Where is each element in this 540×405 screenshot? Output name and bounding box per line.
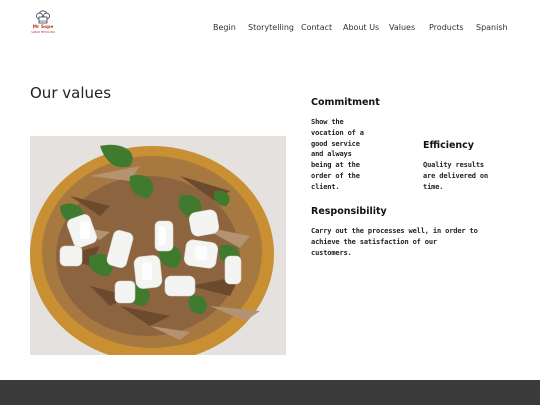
food-image xyxy=(30,136,286,355)
nav-about-us[interactable]: About Us xyxy=(343,23,379,33)
brand-logo[interactable]: Mr Sope SABOR MEXICANO xyxy=(30,10,56,38)
responsibility-text: Carry out the processes well, in order t… xyxy=(311,227,478,257)
commitment-title: Commitment xyxy=(311,97,380,108)
brand-tagline: SABOR MEXICANO xyxy=(31,31,55,34)
sope-photo xyxy=(30,136,286,355)
nav-products[interactable]: Products xyxy=(429,23,464,33)
efficiency-text: Quality results are delivered on time. xyxy=(423,161,489,191)
page-title: Our values xyxy=(30,84,112,102)
site-header: Mr Sope SABOR MEXICANO Begin Storytellin… xyxy=(0,0,540,56)
nav-values[interactable]: Values xyxy=(389,23,415,33)
nav-storytelling[interactable]: Storytelling xyxy=(248,23,294,33)
commitment-text: Show the vocation of a good service and … xyxy=(311,118,364,191)
nav-contact[interactable]: Contact xyxy=(301,23,332,33)
site-footer xyxy=(0,380,540,405)
nav-spanish[interactable]: Spanish xyxy=(476,23,508,33)
responsibility-title: Responsibility xyxy=(311,206,387,217)
efficiency-title: Efficiency xyxy=(423,140,475,151)
brand-name: Mr Sope xyxy=(32,25,54,30)
nav-begin[interactable]: Begin xyxy=(213,23,236,33)
chef-hat-icon xyxy=(36,10,50,24)
